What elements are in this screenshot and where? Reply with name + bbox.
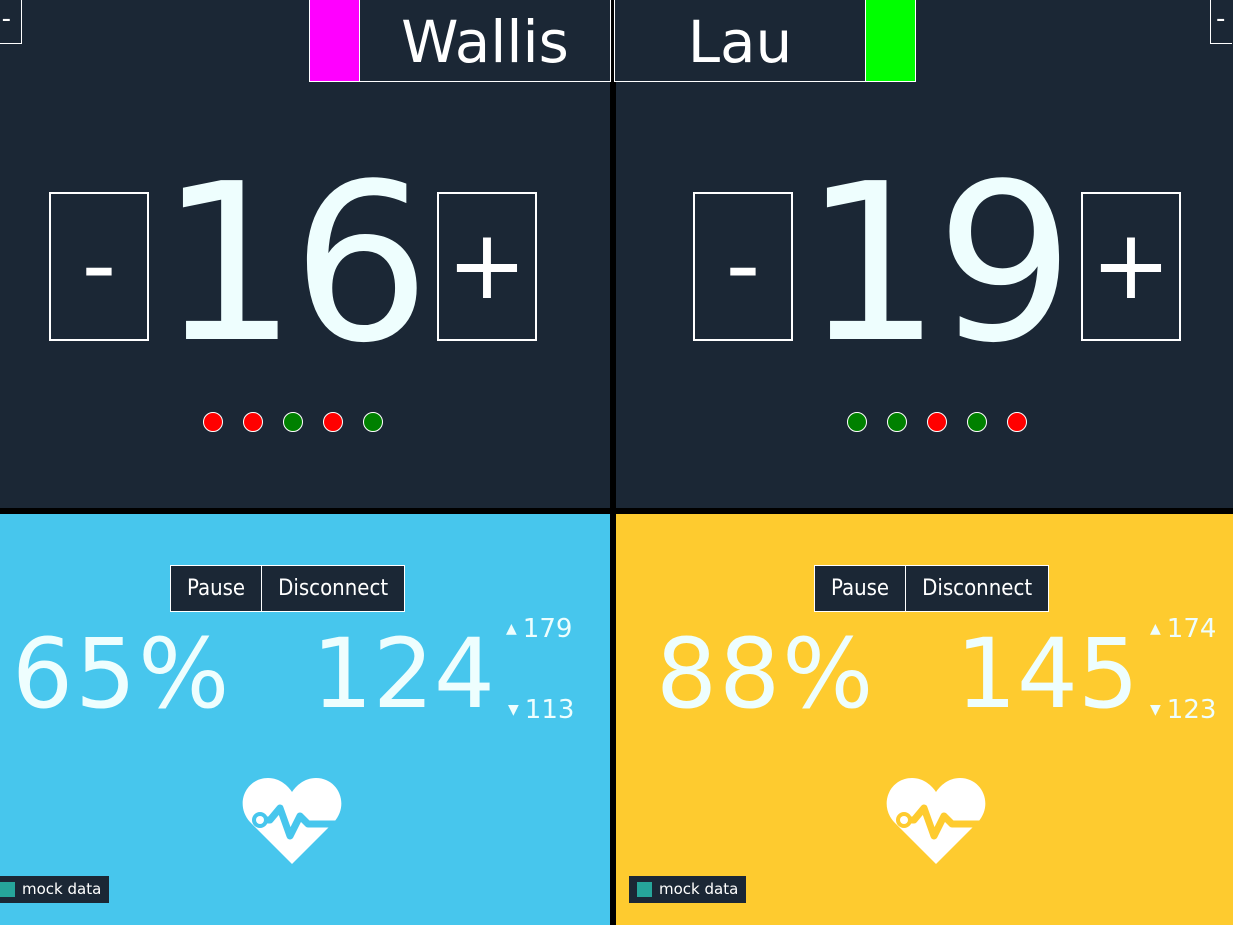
player-color-right [865, 0, 915, 81]
triangle-down-icon: ▼ [508, 702, 519, 718]
player-name-left: Wallis [401, 8, 569, 76]
pause-button[interactable]: Pause [171, 566, 261, 611]
heart-pulse-icon [886, 778, 988, 864]
heart-monitor-left: Pause Disconnect 65% 124 ▲ 179 ▼ 113 mock … [0, 514, 610, 925]
player-name-header-left[interactable]: Wallis [309, 0, 611, 82]
player-name-header-right[interactable]: Lau [614, 0, 916, 82]
heart-monitor-right: Pause Disconnect 88% 145 ▲ 174 ▼ 123 mock … [616, 514, 1233, 925]
dot-5 [1007, 412, 1027, 432]
heart-rate-max: ▲ 174 [1150, 614, 1216, 644]
score-right: 19 [803, 138, 1074, 391]
disconnect-button[interactable]: Disconnect [261, 566, 404, 611]
scoreboard: - - 16 + - 19 + - Wallis Lau Pause Disco… [0, 0, 1233, 925]
pause-button[interactable]: Pause [815, 566, 905, 611]
heart-rate-min-value: 113 [524, 695, 575, 725]
heart-rate-min: ▼ 123 [1150, 695, 1216, 725]
score-minus-button-right[interactable]: - [693, 192, 793, 341]
heart-pulse-icon [242, 778, 344, 864]
mock-data-label: mock data [659, 880, 739, 898]
triangle-up-icon: ▲ [506, 621, 517, 637]
mock-data-badge: mock data [629, 876, 747, 903]
triangle-up-icon: ▲ [1150, 621, 1161, 637]
mock-data-badge: mock data [0, 876, 110, 903]
heart-rate-value: 145 [955, 618, 1139, 730]
heart-rate-max-value: 174 [1166, 614, 1217, 644]
dot-1 [847, 412, 867, 432]
score-minus-button-left[interactable]: - [49, 192, 149, 341]
game-dots-left [203, 412, 383, 434]
dot-4 [967, 412, 987, 432]
edge-minus-button-right[interactable]: - [1210, 0, 1232, 44]
heart-rate-max-value: 179 [522, 614, 573, 644]
disconnect-button[interactable]: Disconnect [905, 566, 1048, 611]
score-plus-button-right[interactable]: + [1081, 192, 1181, 341]
dot-4 [323, 412, 343, 432]
heart-rate-max: ▲ 179 [506, 614, 572, 644]
monitor-controls-left: Pause Disconnect [170, 565, 406, 612]
dot-2 [243, 412, 263, 432]
monitor-controls-right: Pause Disconnect [814, 565, 1050, 612]
dot-2 [887, 412, 907, 432]
player-name-right: Lau [687, 8, 793, 76]
heart-rate-percent: 88% [656, 618, 876, 730]
game-dots-right [847, 412, 1027, 434]
edge-minus-button-left[interactable]: - [0, 0, 22, 44]
heart-rate-value: 124 [311, 618, 495, 730]
mock-data-swatch [0, 882, 15, 897]
heart-rate-min: ▼ 113 [508, 695, 574, 725]
dot-1 [203, 412, 223, 432]
player-color-left [310, 0, 360, 81]
triangle-down-icon: ▼ [1150, 702, 1161, 718]
mock-data-label: mock data [22, 880, 102, 898]
score-plus-button-left[interactable]: + [437, 192, 537, 341]
dot-5 [363, 412, 383, 432]
score-left: 16 [159, 138, 430, 391]
mock-data-swatch [637, 882, 652, 897]
heart-rate-percent: 65% [12, 618, 232, 730]
heart-rate-min-value: 123 [1166, 695, 1217, 725]
dot-3 [283, 412, 303, 432]
dot-3 [927, 412, 947, 432]
